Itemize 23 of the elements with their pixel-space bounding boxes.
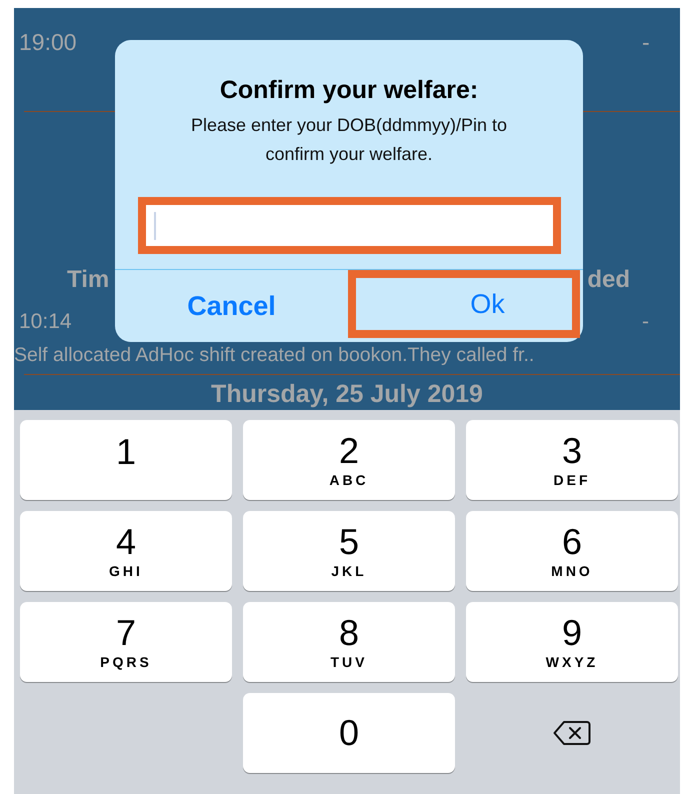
text-cursor [154,212,156,240]
dialog-title: Confirm your welfare: [220,76,478,105]
key-button[interactable]: 7 PQRS [20,602,232,682]
key-button[interactable]: 6 MNO [466,511,678,591]
column-heading: ded [587,266,631,294]
key-button[interactable]: 1 [20,420,232,500]
backspace-icon[interactable] [553,720,591,746]
key-button[interactable]: 2 ABC [243,420,455,500]
dialog-message: Please enter your DOB(ddmmyy)/Pin to confirm your welfare. [190,114,508,166]
status-text: - [642,28,651,56]
time-text: 10:14 [18,310,73,334]
key-button[interactable]: 9 WXYZ [466,602,678,682]
status-text: - [642,310,650,334]
key-button[interactable]: 3 DEF [466,420,678,500]
key-button[interactable]: 4 GHI [20,511,232,591]
column-heading: Tim [66,266,110,294]
key-button[interactable]: 5 JKL [243,511,455,591]
key-button[interactable]: 8 TUV [243,602,455,682]
time-text: 19:00 [18,28,78,56]
input-field[interactable] [138,197,560,254]
date-heading: Thursday, 25 July 2019 [210,379,484,409]
key-button[interactable]: 0 [243,693,455,773]
shift-note: Self allocated AdHoc shift created on bookon.They called fr.. [14,343,536,368]
